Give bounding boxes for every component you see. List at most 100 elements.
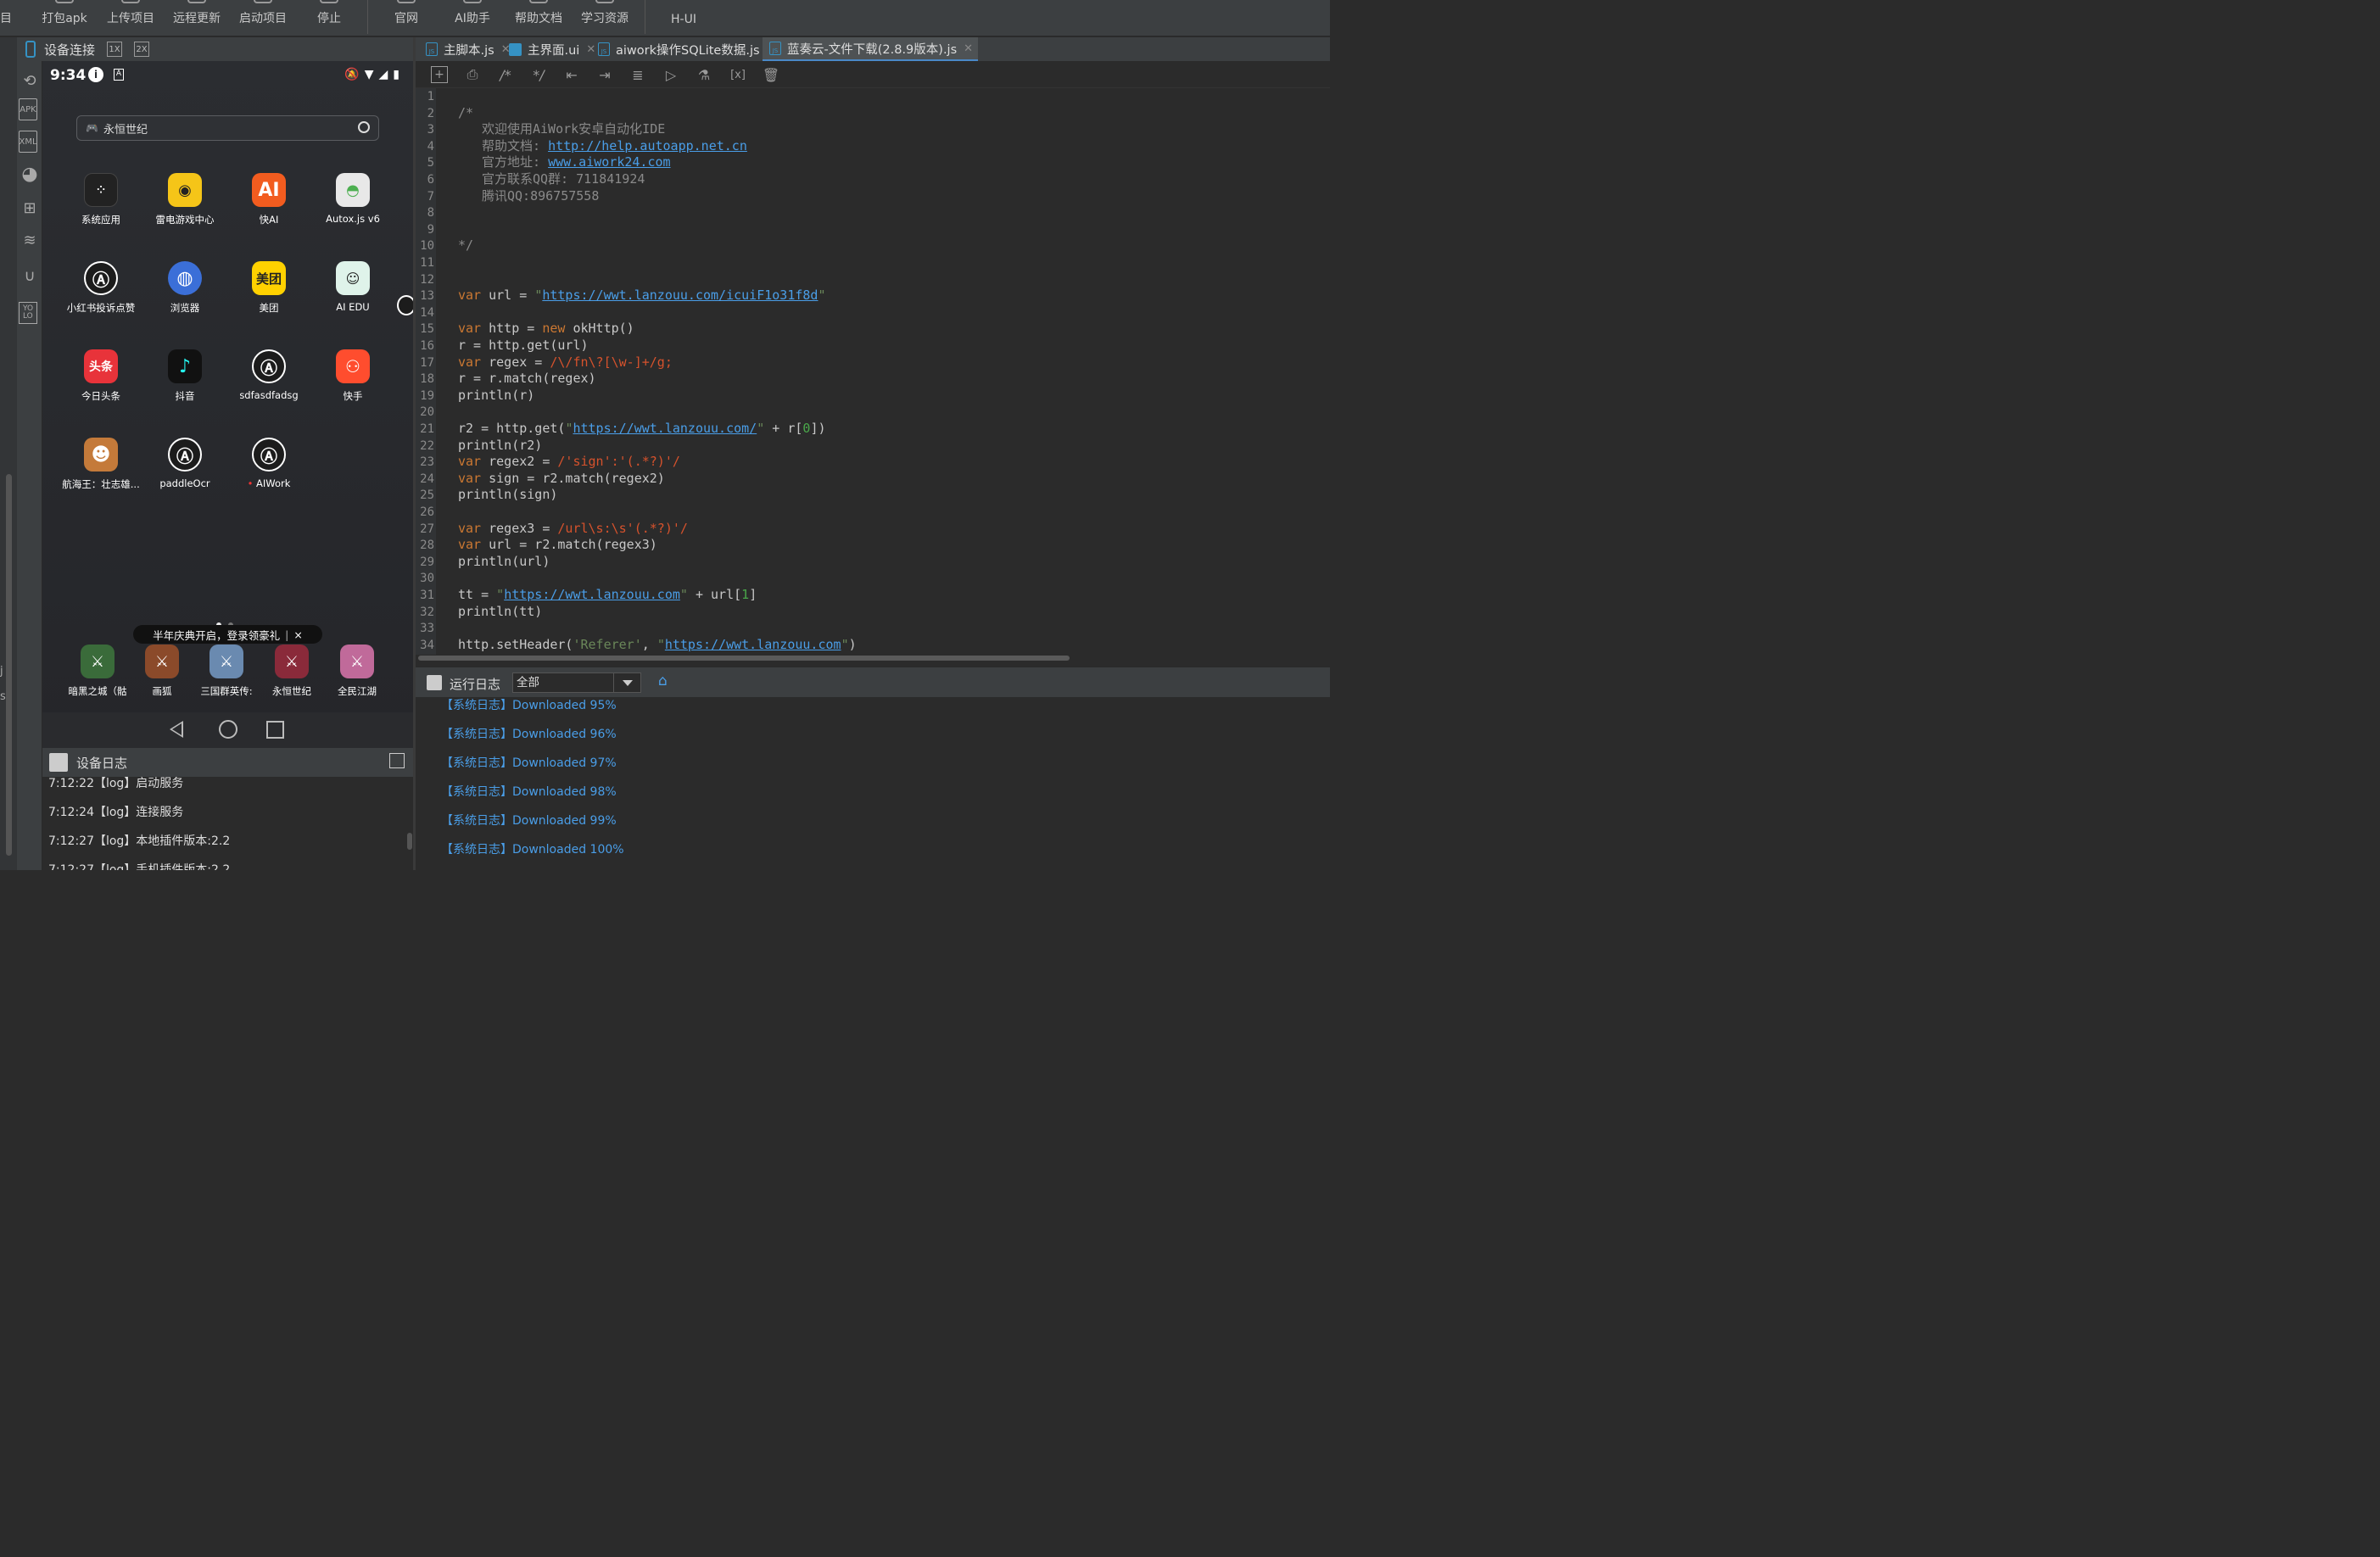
- dock-app-quanmin[interactable]: ⚔ 全民江湖: [316, 645, 398, 698]
- new-file-icon[interactable]: +: [431, 66, 448, 83]
- h-ui-button[interactable]: H-UI: [653, 0, 714, 36]
- xml-icon[interactable]: XML: [19, 131, 37, 153]
- remote-update-button[interactable]: 远程更新: [166, 0, 227, 36]
- code-comment: /*: [458, 104, 474, 120]
- home-icon[interactable]: [219, 720, 237, 739]
- outdent-icon[interactable]: ⇤: [563, 66, 580, 83]
- code-url[interactable]: https://wwt.lanzouu.com/: [573, 421, 757, 436]
- usb-icon[interactable]: ∪: [19, 265, 41, 287]
- line-number: 2: [427, 106, 434, 120]
- log-filter-select[interactable]: 全部: [512, 672, 641, 693]
- toolbar-item-cut[interactable]: 目: [0, 0, 12, 36]
- game-icon: ⚔: [145, 645, 179, 678]
- app-dock: ⚔ 暗黑之城（骷 ⚔ 画狐 ⚔ 三国群英传: ⚔ 永恒世纪 ⚔ 全民江湖: [42, 645, 413, 704]
- line-number: 18: [420, 372, 434, 387]
- editor-horizontal-scrollbar[interactable]: [418, 656, 1070, 661]
- app-leidian-game-center[interactable]: ◉ 雷电游戏中心: [144, 173, 226, 226]
- variable-icon[interactable]: [x]: [729, 66, 746, 83]
- line-number: 10: [420, 239, 434, 254]
- line-number: 8: [427, 206, 434, 220]
- promo-banner[interactable]: 半年庆典开启，登录领豪礼 | ×: [133, 625, 322, 644]
- official-site-link[interactable]: www.aiwork24.com: [548, 154, 671, 170]
- help-docs-link[interactable]: http://help.autoapp.net.cn: [548, 138, 747, 153]
- official-site-button[interactable]: 官网: [376, 0, 437, 36]
- js-file-icon: JS: [426, 42, 438, 56]
- app-paddleocr[interactable]: Ⓐ paddleOcr: [144, 438, 226, 489]
- main-toolbar: 目 打包apk 上传项目 远程更新 启动项目 停止 官网 AI助手 帮助文档 学…: [0, 0, 1330, 36]
- device-screen[interactable]: 9:34 i A 🔕▼◢▮ 🎮 永恒世纪 ⁘ 系统应用 ◉ 雷电游戏中心 AI …: [42, 61, 416, 748]
- run-log-header: 运行日志 全部 ⌂: [416, 667, 1330, 697]
- app-kuaishou[interactable]: ⚇ 快手: [312, 349, 394, 403]
- scrollbar-thumb[interactable]: [6, 474, 12, 856]
- apk-icon[interactable]: APK: [19, 98, 37, 120]
- status-time: 9:34: [50, 67, 87, 84]
- tab-main-ui[interactable]: 主界面.ui ✕: [502, 37, 595, 61]
- app-autoxjs[interactable]: ◓ Autox.js v6: [312, 173, 394, 225]
- uncomment-icon[interactable]: */: [530, 66, 547, 83]
- code-line: var url = "https://wwt.lanzouu.com/icuiF…: [458, 287, 826, 304]
- app-aiwork[interactable]: Ⓐ • AIWork: [228, 438, 310, 489]
- print-icon[interactable]: ⎙: [464, 66, 481, 83]
- code-url[interactable]: https://wwt.lanzouu.com: [504, 587, 680, 602]
- delete-icon[interactable]: 🗑: [763, 66, 779, 83]
- format-icon[interactable]: ≣: [629, 66, 646, 83]
- zoom-1x-button[interactable]: 1X: [107, 42, 123, 57]
- tab-lanzou-download[interactable]: JS 蓝奏云-文件下载(2.8.9版本).js ✕: [763, 37, 979, 61]
- package-apk-button[interactable]: 打包apk: [34, 0, 95, 36]
- android-nav-bar: [42, 712, 413, 748]
- test-flask-icon[interactable]: ⚗: [696, 66, 712, 83]
- phone-icon: [25, 41, 36, 58]
- log-settings-icon[interactable]: [49, 753, 68, 772]
- app-ai-edu[interactable]: ☺ AI EDU: [312, 261, 394, 313]
- back-icon[interactable]: [170, 721, 183, 738]
- code-line: r = r.match(regex): [458, 371, 596, 387]
- tab-sqlite-script[interactable]: JS aiwork操作SQLite数据.js✕: [591, 37, 775, 61]
- broom-clear-icon[interactable]: ⌂: [658, 672, 675, 691]
- banner-close-button[interactable]: ×: [293, 628, 302, 641]
- wifi-icon[interactable]: ≋: [19, 229, 41, 251]
- line-number: 26: [420, 505, 434, 519]
- app-one-piece[interactable]: ☻ 航海王：壮志雄...: [60, 438, 142, 491]
- app-system-apps[interactable]: ⁘ 系统应用: [60, 173, 142, 226]
- run-icon[interactable]: ▷: [662, 66, 679, 83]
- indent-icon[interactable]: ⇥: [596, 66, 613, 83]
- edge-label: s: [0, 690, 6, 703]
- start-project-button[interactable]: 启动项目: [232, 0, 293, 36]
- line-number: 29: [420, 555, 434, 569]
- comment-icon[interactable]: /*: [497, 66, 514, 83]
- stop-button[interactable]: 停止: [299, 0, 360, 36]
- help-docs-button[interactable]: 帮助文档: [508, 0, 569, 36]
- line-number: 13: [420, 289, 434, 304]
- line-number: 27: [420, 522, 434, 536]
- chevron-down-icon: [613, 673, 640, 692]
- app-sdfasdfadsg[interactable]: Ⓐ sdfasdfadsg: [228, 349, 310, 401]
- luffy-icon: ☻: [84, 438, 118, 472]
- yolo-icon[interactable]: YO LO: [19, 302, 37, 324]
- log-line: 7:12:24【log】连接服务: [48, 806, 184, 819]
- app-meituan[interactable]: 美团 美团: [228, 261, 310, 315]
- code-url[interactable]: https://wwt.lanzouu.com: [665, 637, 841, 652]
- app-xiaohongshu-tool[interactable]: Ⓐ 小红书投诉点赞: [60, 261, 142, 315]
- upload-project-button[interactable]: 上传项目: [100, 0, 161, 36]
- search-bar[interactable]: 🎮 永恒世纪: [76, 115, 379, 141]
- tab-main-script[interactable]: JS 主脚本.js ✕: [419, 37, 511, 61]
- app-kuai-ai[interactable]: AI 快AI: [228, 173, 310, 226]
- app-browser[interactable]: ◍ 浏览器: [144, 261, 226, 315]
- recents-icon[interactable]: [266, 721, 284, 739]
- tree-icon[interactable]: ⊞: [19, 197, 41, 219]
- device-log-scrollbar[interactable]: [407, 833, 412, 850]
- avengers-icon: Ⓐ: [252, 349, 286, 383]
- code-editor[interactable]: 1 2/* 3 欢迎使用AiWork安卓自动化IDE 4 帮助文档: http://…: [416, 88, 1330, 655]
- app-douyin[interactable]: ♪ 抖音: [144, 349, 226, 403]
- link-icon[interactable]: ⟲: [19, 70, 41, 92]
- app-toutiao[interactable]: 头条 今日头条: [60, 349, 142, 403]
- code-url[interactable]: https://wwt.lanzouu.com/icuiF1o31f8d: [542, 287, 818, 303]
- code-comment: 欢迎使用AiWork安卓自动化IDE: [482, 121, 666, 137]
- zoom-2x-button[interactable]: 2X: [134, 42, 150, 57]
- ai-assistant-button[interactable]: AI助手: [442, 0, 503, 36]
- close-icon[interactable]: ✕: [964, 42, 973, 55]
- learning-resources-button[interactable]: 学习资源: [574, 0, 635, 36]
- popout-icon[interactable]: [389, 753, 405, 768]
- log-line: 7:12:27【log】本地插件版本:2.2: [48, 834, 231, 848]
- palette-icon[interactable]: ◕: [19, 163, 41, 185]
